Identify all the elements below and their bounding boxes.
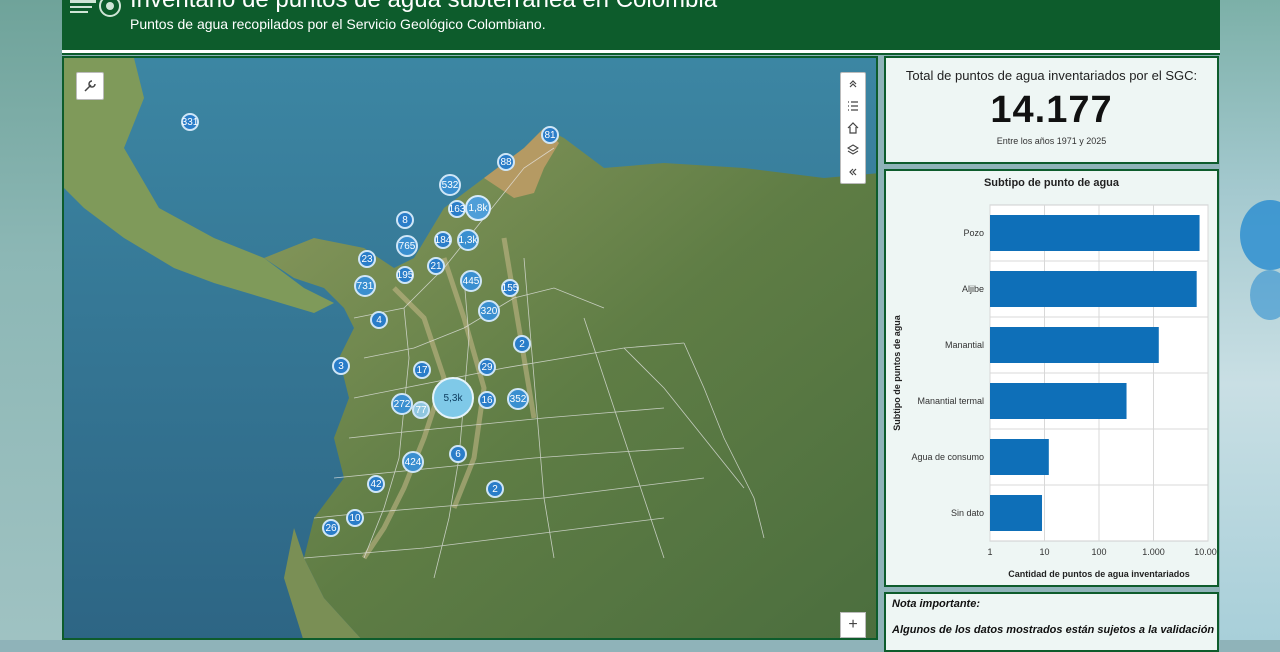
- map-toolbar: [840, 72, 866, 184]
- bar: [990, 383, 1127, 419]
- cluster-marker[interactable]: 16: [478, 391, 496, 409]
- legend-button[interactable]: [841, 95, 865, 117]
- note-body: Algunos de los datos mostrados están suj…: [892, 624, 1215, 636]
- x-tick-label: 10: [1039, 547, 1049, 557]
- cluster-marker[interactable]: 331: [181, 113, 199, 131]
- cluster-marker[interactable]: 1,8k: [465, 195, 491, 221]
- cluster-marker[interactable]: 163: [448, 200, 466, 218]
- zoom-in-button[interactable]: +: [840, 612, 866, 638]
- page-subtitle: Puntos de agua recopilados por el Servic…: [130, 16, 546, 32]
- collapse-up-icon: [849, 80, 857, 88]
- bar-chart: 1 10 100 1.000 10.000 Pozo Aljibe Manantial Mana…: [892, 204, 1217, 579]
- cluster-marker[interactable]: 1,3k: [457, 229, 479, 251]
- cluster-marker[interactable]: 26: [322, 519, 340, 537]
- bar: [990, 495, 1043, 531]
- bar: [990, 215, 1200, 251]
- page-title: Inventario de puntos de agua subterránea…: [130, 0, 717, 14]
- cluster-marker[interactable]: 21: [427, 257, 445, 275]
- map-terrain: [64, 58, 876, 638]
- x-tick-label: 1: [987, 547, 992, 557]
- cluster-marker[interactable]: 731: [354, 275, 376, 297]
- x-tick-label: 10.000: [1194, 547, 1217, 557]
- cluster-marker[interactable]: 4: [370, 311, 388, 329]
- cluster-marker[interactable]: 2: [486, 480, 504, 498]
- note-heading: Nota importante:: [892, 598, 980, 610]
- app-header: Inventario de puntos de agua subterránea…: [62, 0, 1220, 53]
- legend-list-icon: [848, 101, 858, 111]
- home-button[interactable]: [841, 117, 865, 139]
- note-panel: Nota importante: Algunos de los datos mo…: [884, 592, 1219, 652]
- map-view[interactable]: + 331 81 88 532 1,8k 163 8 184 1,3k 765 23 21 195 445…: [62, 56, 878, 640]
- wrench-icon: [84, 80, 96, 92]
- cluster-marker[interactable]: 184: [434, 231, 452, 249]
- home-icon: [847, 122, 859, 134]
- cluster-marker[interactable]: 352: [507, 388, 529, 410]
- total-panel: Total de puntos de agua inventariados po…: [884, 56, 1219, 164]
- cluster-marker[interactable]: 3: [332, 357, 350, 375]
- y-tick-label: Pozo: [963, 228, 984, 238]
- sgc-logo-icon: [70, 0, 121, 17]
- cluster-marker[interactable]: 8: [396, 211, 414, 229]
- layers-icon: [847, 144, 859, 155]
- cluster-marker[interactable]: 29: [478, 358, 496, 376]
- collapse-up-button[interactable]: [841, 73, 865, 95]
- cluster-marker[interactable]: 23: [358, 250, 376, 268]
- cluster-marker[interactable]: 765: [396, 235, 418, 257]
- zoom-in-icon: +: [848, 616, 858, 633]
- y-tick-label: Sin dato: [951, 508, 984, 518]
- bar: [990, 327, 1159, 363]
- cluster-marker[interactable]: 5,3k: [432, 377, 474, 419]
- cluster-marker[interactable]: 17: [413, 361, 431, 379]
- layers-button[interactable]: [841, 139, 865, 161]
- cluster-marker[interactable]: 424: [402, 451, 424, 473]
- y-tick-label: Manantial: [945, 340, 984, 350]
- cluster-marker[interactable]: 77: [412, 401, 430, 419]
- total-years: Entre los años 1971 y 2025: [996, 136, 1107, 146]
- bar: [990, 439, 1049, 475]
- cluster-marker[interactable]: 81: [541, 126, 559, 144]
- collapse-left-icon: [849, 168, 857, 176]
- y-tick-label: Manantial termal: [917, 396, 984, 406]
- chart-panel: Subtipo de punto de agua 1 10 100 1.000 10.0…: [884, 169, 1219, 587]
- y-tick-label: Aljibe: [962, 284, 984, 294]
- background-right: [1220, 0, 1280, 640]
- x-axis-label: Cantidad de puntos de agua inventariados: [1008, 569, 1190, 579]
- cluster-marker[interactable]: 195: [396, 266, 414, 284]
- cluster-marker[interactable]: 88: [497, 153, 515, 171]
- wrench-tool-button[interactable]: [76, 72, 104, 100]
- y-tick-label: Agua de consumo: [911, 452, 984, 462]
- cluster-marker[interactable]: 155: [501, 279, 519, 297]
- cluster-marker[interactable]: 320: [478, 300, 500, 322]
- bar: [990, 271, 1197, 307]
- cluster-marker[interactable]: 10: [346, 509, 364, 527]
- cluster-marker[interactable]: 6: [449, 445, 467, 463]
- x-tick-label: 1.000: [1142, 547, 1165, 557]
- cluster-marker[interactable]: 445: [460, 270, 482, 292]
- total-value: 14.177: [990, 89, 1113, 131]
- background-left: [0, 0, 62, 640]
- total-label: Total de puntos de agua inventariados po…: [905, 68, 1198, 83]
- y-axis-label: Subtipo de puntos de agua: [892, 314, 902, 430]
- cluster-marker[interactable]: 272: [391, 393, 413, 415]
- x-tick-label: 100: [1091, 547, 1106, 557]
- collapse-left-button[interactable]: [841, 161, 865, 183]
- cluster-marker[interactable]: 42: [367, 475, 385, 493]
- cluster-marker[interactable]: 2: [513, 335, 531, 353]
- cluster-marker[interactable]: 532: [439, 174, 461, 196]
